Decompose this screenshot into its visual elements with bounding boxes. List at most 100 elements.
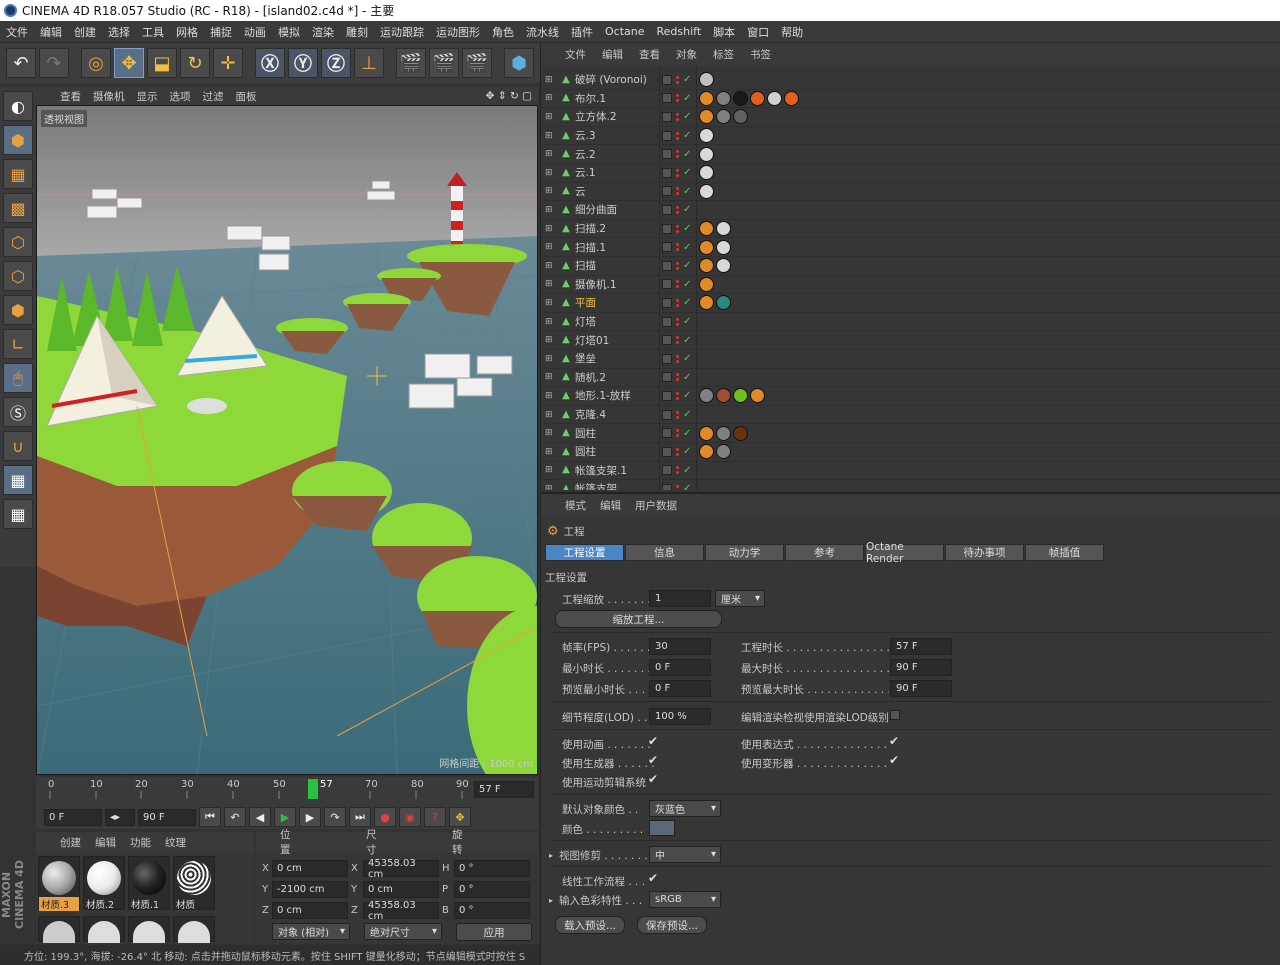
viewport-menu-item[interactable]: 摄像机 xyxy=(93,89,125,104)
start-frame-field[interactable]: 0 F xyxy=(44,808,102,826)
collapse-arrow-icon[interactable]: ▸ xyxy=(549,851,553,860)
object-name[interactable]: 堡垒 xyxy=(575,351,596,366)
material-tag-icon[interactable] xyxy=(716,109,731,125)
enabled-check-icon[interactable]: ✓ xyxy=(683,428,691,439)
material-tag-icon[interactable] xyxy=(716,295,731,311)
object-name[interactable]: 克隆.4 xyxy=(575,407,606,422)
enabled-check-icon[interactable]: ✓ xyxy=(683,204,691,215)
color-profile-dropdown[interactable]: sRGB xyxy=(649,891,721,908)
material-tag-icon[interactable] xyxy=(750,388,765,404)
view-clipping-dropdown[interactable]: 中 xyxy=(649,846,721,863)
color-swatch[interactable] xyxy=(649,820,675,836)
menu-item[interactable]: Octane xyxy=(605,25,645,38)
coordinate-system-icon[interactable]: ⊥ xyxy=(354,48,384,78)
object-flags[interactable]: ✓ xyxy=(662,127,696,145)
axis-mode-icon[interactable]: ∟ xyxy=(3,329,33,359)
object-name[interactable]: 帐篷支架 xyxy=(575,481,617,490)
tab-frame-interpolation[interactable]: 帧插值 xyxy=(1025,544,1104,561)
object-flags[interactable]: ✓ xyxy=(662,387,696,405)
visibility-dots-icon[interactable] xyxy=(676,447,679,456)
expand-icon[interactable]: ⊞ xyxy=(545,224,555,234)
tweak-mode-icon[interactable]: 🖱 xyxy=(3,363,33,393)
object-flags[interactable]: ✓ xyxy=(662,220,696,238)
scale-project-button[interactable]: 缩放工程... xyxy=(555,610,722,628)
workplane-lock-icon[interactable]: ▦ xyxy=(3,465,33,495)
enabled-check-icon[interactable]: ✓ xyxy=(683,111,691,122)
layer-checkbox[interactable] xyxy=(662,353,672,364)
material-tag-icon[interactable] xyxy=(733,388,748,404)
object-row[interactable]: ⊞ ▲ 布尔.1 ✓ xyxy=(541,90,1280,109)
expand-icon[interactable]: ⊞ xyxy=(545,168,555,178)
material-tag-icon[interactable] xyxy=(699,276,714,292)
material-tag-icon[interactable] xyxy=(699,109,714,125)
z-axis-lock-icon[interactable]: Ⓩ xyxy=(321,48,351,78)
object-flags[interactable]: ✓ xyxy=(662,331,696,349)
menu-item[interactable]: 编辑 xyxy=(40,24,62,40)
render-lod-checkbox[interactable] xyxy=(890,710,900,720)
object-menu-item[interactable]: 对象 xyxy=(676,47,697,62)
object-name[interactable]: 云.3 xyxy=(575,128,596,143)
material-tag-icon[interactable] xyxy=(699,239,714,255)
layer-checkbox[interactable] xyxy=(662,316,672,327)
tab-octane-render[interactable]: Octane Render xyxy=(865,541,944,565)
timeline-ruler[interactable]: 0 10 20 30 40 50 57 70 80 90 57 F xyxy=(36,777,538,805)
expand-icon[interactable]: ⊞ xyxy=(545,335,555,345)
enabled-check-icon[interactable]: ✓ xyxy=(683,93,691,104)
material-tag-icon[interactable] xyxy=(784,90,799,106)
material-menu-item[interactable]: 功能 xyxy=(130,835,151,850)
preview-max-field[interactable]: 90 F xyxy=(890,680,952,697)
visibility-dots-icon[interactable] xyxy=(676,484,679,490)
object-name[interactable]: 灯塔 xyxy=(575,314,596,329)
material-tag-icon[interactable] xyxy=(733,425,748,441)
object-flags[interactable]: ✓ xyxy=(662,294,696,312)
layer-checkbox[interactable] xyxy=(662,242,672,253)
rotation-h-field[interactable]: 0 ° xyxy=(454,860,530,877)
object-name[interactable]: 帐篷支架.1 xyxy=(575,463,627,478)
layer-checkbox[interactable] xyxy=(662,297,672,308)
object-row[interactable]: ⊞ ▲ 地形.1-放样 ✓ xyxy=(541,387,1280,406)
layer-checkbox[interactable] xyxy=(662,409,672,420)
object-menu-item[interactable]: 标签 xyxy=(713,47,734,62)
auto-key-icon[interactable]: ◉ xyxy=(399,807,421,827)
render-picture-viewer-icon[interactable]: 🎬 xyxy=(429,48,459,78)
object-row[interactable]: ⊞ ▲ 灯塔01 ✓ xyxy=(541,331,1280,350)
polygons-mode-icon[interactable]: ⬢ xyxy=(3,295,33,325)
material-menu-item[interactable]: 纹理 xyxy=(165,835,186,850)
lod-field[interactable]: 100 % xyxy=(649,708,711,725)
object-flags[interactable]: ✓ xyxy=(662,406,696,424)
max-time-field[interactable]: 90 F xyxy=(890,659,952,676)
material-tag-icon[interactable] xyxy=(716,221,731,237)
layer-checkbox[interactable] xyxy=(662,279,672,290)
expand-icon[interactable]: ⊞ xyxy=(545,242,555,252)
object-row[interactable]: ⊞ ▲ 细分曲面 ✓ xyxy=(541,201,1280,220)
enabled-check-icon[interactable]: ✓ xyxy=(683,390,691,401)
enabled-check-icon[interactable]: ✓ xyxy=(683,186,691,197)
material-menu-item[interactable]: 创建 xyxy=(60,835,81,850)
texture-mode-icon[interactable]: ▦ xyxy=(3,159,33,189)
enabled-check-icon[interactable]: ✓ xyxy=(683,297,691,308)
x-axis-lock-icon[interactable]: Ⓧ xyxy=(255,48,285,78)
material-tag-icon[interactable] xyxy=(716,239,731,255)
material-tag-icon[interactable] xyxy=(716,388,731,404)
menu-item[interactable]: 模拟 xyxy=(278,24,300,40)
object-row[interactable]: ⊞ ▲ 摄像机.1 ✓ xyxy=(541,276,1280,295)
material-tag-icon[interactable] xyxy=(750,90,765,106)
material-tag-icon[interactable] xyxy=(699,425,714,441)
enabled-check-icon[interactable]: ✓ xyxy=(683,74,691,85)
size-mode-dropdown[interactable]: 绝对尺寸 xyxy=(364,923,442,940)
visibility-dots-icon[interactable] xyxy=(676,336,679,345)
object-flags[interactable]: ✓ xyxy=(662,89,696,107)
edges-mode-icon[interactable]: ⬡ xyxy=(3,261,33,291)
visibility-dots-icon[interactable] xyxy=(676,75,679,84)
object-name[interactable]: 灯塔01 xyxy=(575,333,609,348)
enabled-check-icon[interactable]: ✓ xyxy=(683,372,691,383)
expand-icon[interactable]: ⊞ xyxy=(545,261,555,271)
project-time-field[interactable]: 57 F xyxy=(890,638,952,655)
enabled-check-icon[interactable]: ✓ xyxy=(683,353,691,364)
object-name[interactable]: 圆柱 xyxy=(575,426,596,441)
object-row[interactable]: ⊞ ▲ 云 ✓ xyxy=(541,183,1280,202)
object-name[interactable]: 摄像机.1 xyxy=(575,277,617,292)
menu-item[interactable]: 渲染 xyxy=(312,24,334,40)
size-x-field[interactable]: 45358.03 cm xyxy=(363,858,439,880)
redo-icon[interactable]: ↷ xyxy=(39,48,69,78)
